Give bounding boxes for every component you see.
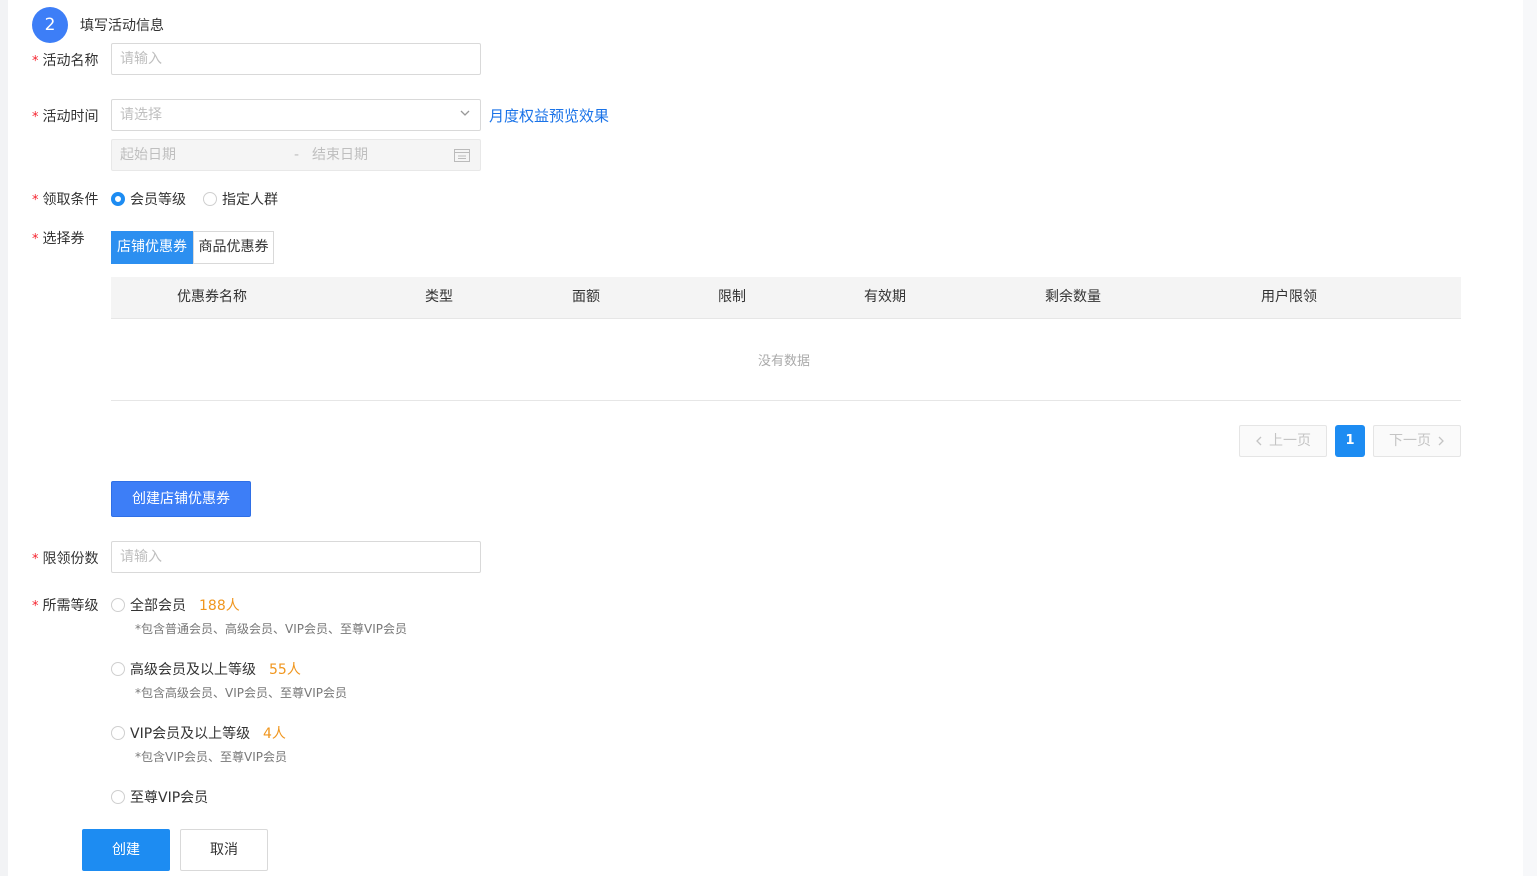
left-gutter — [0, 0, 8, 876]
column-validity: 有效期 — [864, 289, 906, 305]
condition-target-group-radio[interactable] — [203, 192, 217, 206]
level-senior-members-count: 55人 — [269, 662, 301, 678]
level-senior-members-label[interactable]: 高级会员及以上等级 — [130, 659, 256, 679]
activity-time-placeholder: 请选择 — [120, 107, 162, 123]
level-all-members-count: 188人 — [199, 598, 240, 614]
claim-limit-placeholder: 请输入 — [120, 549, 162, 565]
table-empty-text: 没有数据 — [758, 354, 811, 369]
level-vip-members-hint: *包含VIP会员、至尊VIP会员 — [135, 750, 287, 764]
activity-name-label: * 活动名称 — [32, 53, 99, 69]
chevron-down-icon — [460, 110, 470, 116]
claim-condition-label: * 领取条件 — [32, 192, 99, 208]
required-mark: * — [32, 552, 39, 567]
activity-time-select[interactable]: 请选择 — [111, 99, 481, 131]
pager-current-page[interactable]: 1 — [1335, 425, 1365, 457]
end-date-placeholder: 结束日期 — [312, 147, 368, 163]
step-title: 填写活动信息 — [80, 18, 164, 34]
required-mark: * — [32, 599, 39, 614]
right-gutter — [1523, 0, 1537, 876]
claim-limit-label: * 限领份数 — [32, 551, 99, 567]
start-date-placeholder: 起始日期 — [120, 147, 176, 163]
required-mark: * — [32, 193, 39, 208]
table-divider — [111, 400, 1461, 401]
level-all-members-hint: *包含普通会员、高级会员、VIP会员、至尊VIP会员 — [135, 622, 407, 636]
tab-shop-coupon[interactable]: 店铺优惠券 — [111, 231, 193, 264]
pager-prev-button[interactable]: 上一页 — [1239, 425, 1327, 457]
chevron-right-icon — [1438, 436, 1444, 446]
column-coupon-name: 优惠券名称 — [177, 289, 247, 305]
level-all-members-label[interactable]: 全部会员 — [130, 595, 186, 615]
level-vip-members-count: 4人 — [263, 726, 286, 742]
create-shop-coupon-button[interactable]: 创建店铺优惠券 — [111, 481, 251, 517]
date-range-picker: 起始日期 - 结束日期 — [111, 139, 481, 171]
level-vip-members-radio[interactable] — [111, 726, 125, 740]
calendar-icon — [454, 149, 470, 162]
level-senior-members-hint: *包含高级会员、VIP会员、至尊VIP会员 — [135, 686, 347, 700]
level-all-members-radio[interactable] — [111, 598, 125, 612]
cancel-button[interactable]: 取消 — [180, 829, 268, 871]
date-range-separator: - — [294, 147, 300, 163]
column-user-limit: 用户限领 — [1261, 289, 1317, 305]
coupon-table-header: 优惠券名称 类型 面额 限制 有效期 剩余数量 用户限领 — [111, 277, 1461, 319]
required-mark: * — [32, 54, 39, 69]
level-senior-members-radio[interactable] — [111, 662, 125, 676]
column-limit: 限制 — [718, 289, 746, 305]
column-type: 类型 — [425, 289, 453, 305]
column-amount: 面额 — [572, 289, 600, 305]
activity-time-label: * 活动时间 — [32, 109, 99, 125]
chevron-left-icon — [1256, 436, 1262, 446]
required-mark: * — [32, 110, 39, 125]
condition-member-level-radio[interactable] — [111, 192, 125, 206]
condition-target-group-label[interactable]: 指定人群 — [222, 189, 278, 209]
activity-name-placeholder: 请输入 — [120, 51, 162, 67]
required-mark: * — [32, 232, 39, 247]
claim-limit-input[interactable]: 请输入 — [111, 541, 481, 573]
pager-next-button[interactable]: 下一页 — [1373, 425, 1461, 457]
tab-product-coupon[interactable]: 商品优惠券 — [193, 231, 274, 264]
level-supreme-vip-radio[interactable] — [111, 790, 125, 804]
create-button[interactable]: 创建 — [82, 829, 170, 871]
level-vip-members-label[interactable]: VIP会员及以上等级 — [130, 723, 250, 743]
activity-name-input[interactable]: 请输入 — [111, 43, 481, 75]
required-level-label: * 所需等级 — [32, 598, 99, 614]
monthly-benefit-preview-link[interactable]: 月度权益预览效果 — [489, 105, 609, 126]
column-remaining: 剩余数量 — [1045, 289, 1101, 305]
level-supreme-vip-label[interactable]: 至尊VIP会员 — [130, 787, 208, 807]
condition-member-level-label[interactable]: 会员等级 — [130, 189, 186, 209]
select-coupon-label: * 选择券 — [32, 231, 85, 247]
step-number-badge: 2 — [32, 7, 68, 43]
